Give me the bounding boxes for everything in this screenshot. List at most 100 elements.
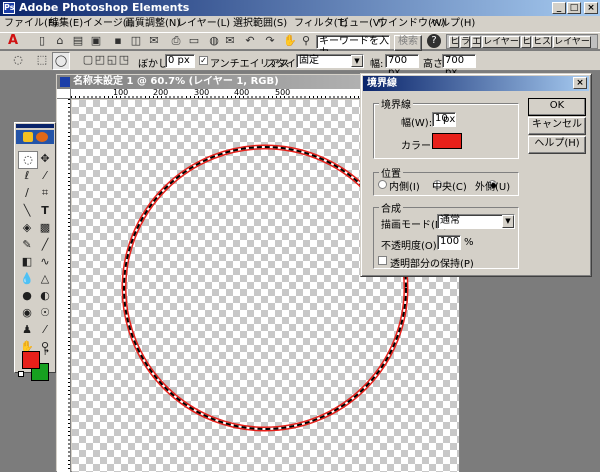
zoom-icon[interactable]: ⚲ [298, 33, 314, 49]
menu-edit[interactable]: 編集(E) [49, 16, 83, 32]
open-file-icon[interactable]: ⌂ [52, 33, 68, 49]
import-icon[interactable]: ▣ [88, 33, 104, 49]
menu-select[interactable]: 選択範囲(S) [233, 16, 287, 32]
save-icon[interactable]: ▪ [110, 33, 126, 49]
opacity-input[interactable]: 100 [437, 235, 461, 250]
color-field-label: カラー: [401, 141, 435, 152]
dialog-close-button[interactable]: × [573, 77, 587, 89]
palette-tab-5[interactable]: ヒ [521, 36, 531, 48]
blend-mode-value: 通常 [440, 215, 460, 226]
palette-tab-6[interactable]: ヒス [532, 36, 552, 48]
rect-marquee-icon[interactable]: ⬚ [34, 52, 50, 68]
app-icon: Ps [3, 2, 15, 14]
cancel-button[interactable]: キャンセル [528, 117, 586, 135]
eraser-tool-icon[interactable]: ◧ [18, 254, 36, 270]
style-select[interactable]: 固定 ▼ [296, 54, 364, 68]
help-search-button[interactable]: 検索 [394, 35, 422, 51]
antialias-checkbox[interactable]: ✓ [199, 56, 208, 65]
dialog-title-bar[interactable]: 境界線 × [363, 76, 589, 91]
browse-icon[interactable]: ▤ [70, 33, 86, 49]
help-search-input[interactable]: キーワードを入力 [316, 35, 390, 59]
eye-logo-icon [36, 132, 48, 142]
burn-tool-icon[interactable]: ☉ [36, 305, 54, 321]
palette-tab-2[interactable]: ラ [460, 36, 470, 48]
dialog-title: 境界線 [367, 78, 397, 89]
chevron-down-icon[interactable]: ▼ [351, 55, 363, 67]
options-bar: ◌ ⬚ ◯ ▢ ◰ ◱ ◳ ぼかし: 0 px ✓ アンチエイリアス スタイル:… [0, 51, 600, 78]
dodge-tool-icon[interactable]: ◐ [36, 288, 54, 304]
location-inside-label: 内側(I) [389, 182, 420, 193]
options-tool-icon: ◌ [13, 53, 23, 66]
pencil-tool-icon[interactable]: ✎ [18, 237, 36, 253]
help-button[interactable]: ヘルプ(H) [528, 136, 586, 154]
menu-help[interactable]: ヘルプ(H) [430, 16, 475, 32]
type-tool-icon[interactable]: T [36, 203, 54, 219]
stroke-color-swatch[interactable] [432, 133, 462, 149]
adobe-logo-icon: A [7, 33, 19, 48]
move-tool-icon[interactable]: ✥ [36, 151, 54, 167]
blur-tool-icon[interactable]: 💧 [18, 271, 36, 287]
maximize-button[interactable]: □ [567, 2, 581, 14]
step-backward-icon[interactable]: ↶ [242, 33, 258, 49]
eyedropper-tool-icon[interactable]: ⁄ [36, 322, 54, 338]
default-colors-icon[interactable] [18, 371, 24, 377]
palette-tab-4[interactable]: レイヤー [482, 36, 520, 48]
menu-enhance[interactable]: 画質調整(N) [125, 16, 180, 32]
palette-well: ヒ ラ エ レイヤー ヒ ヒス レイヤー [446, 34, 598, 49]
step-forward-icon[interactable]: ↷ [262, 33, 278, 49]
ellipse-marquee-icon[interactable]: ◯ [52, 52, 70, 70]
toolbox-header[interactable] [16, 124, 54, 128]
width-label: 幅: [370, 59, 384, 70]
swap-colors-icon[interactable]: ↱ [43, 349, 50, 357]
attach-icon[interactable]: ✉ [146, 33, 162, 49]
location-inside-radio[interactable] [378, 179, 387, 189]
menu-layer[interactable]: レイヤー(L) [177, 16, 230, 32]
intersect-selection-icon[interactable]: ◳ [116, 52, 132, 68]
foreground-color-swatch[interactable] [22, 351, 40, 369]
palette-tab-7[interactable]: レイヤー [553, 36, 591, 48]
hand-icon[interactable]: ✋ [282, 33, 298, 49]
paint-bucket-tool-icon[interactable]: ◈ [18, 220, 36, 236]
preserve-transparency-checkbox[interactable] [378, 256, 387, 265]
brush-tool-icon[interactable]: ╲ [18, 203, 36, 219]
magic-wand-tool-icon[interactable]: ⁄ [36, 168, 54, 184]
clone-stamp-tool-icon[interactable]: ♟ [18, 322, 36, 338]
blend-mode-select[interactable]: 通常 ▼ [437, 214, 515, 229]
width-input[interactable]: 700 px [385, 54, 419, 78]
palette-tab-1[interactable]: ヒ [449, 36, 459, 48]
sponge-tool-icon[interactable]: ● [18, 288, 36, 304]
ruler-label-400: 400 [234, 88, 250, 97]
feather-input[interactable]: 0 px [165, 54, 195, 68]
lasso-tool-icon[interactable]: ℓ [18, 168, 36, 184]
blend-group-label: 合成 [379, 200, 403, 215]
crop-tool-icon[interactable]: ⌗ [36, 185, 54, 201]
new-file-icon[interactable]: ▯ [34, 33, 50, 49]
chevron-down-icon[interactable]: ▼ [502, 215, 514, 228]
red-eye-tool-icon[interactable]: ◉ [18, 305, 36, 321]
online-services-icon[interactable]: ◍ [206, 33, 222, 49]
gradient-tool-icon[interactable]: ▩ [36, 220, 54, 236]
menu-view[interactable]: ビュー(V) [339, 16, 384, 32]
height-input[interactable]: 700 px [442, 54, 476, 78]
app-title-bar: Ps Adobe Photoshop Elements _ □ × [0, 0, 600, 16]
location-outside-label: 外側(U) [475, 182, 511, 193]
minimize-button[interactable]: _ [552, 2, 566, 14]
palette-tab-3[interactable]: エ [471, 36, 481, 48]
print-icon[interactable]: ▭ [186, 33, 202, 49]
help-icon[interactable]: ? [427, 34, 441, 48]
smudge-tool-icon[interactable]: ∿ [36, 254, 54, 270]
save-web-icon[interactable]: ◫ [128, 33, 144, 49]
sharpen-tool-icon[interactable]: △ [36, 271, 54, 287]
toolbox-logo-icon[interactable] [16, 130, 54, 144]
toolbox: ◌ ✥ ℓ ⁄ ∕ ⌗ ╲ T ◈ ▩ ✎ ╱ ◧ ∿ 💧 △ ● ◐ ◉ ☉ … [14, 122, 56, 381]
close-button[interactable]: × [584, 2, 598, 14]
email-icon[interactable]: ✉ [222, 33, 238, 49]
stroke-dialog: 境界線 × 境界線 幅(W): 10 px カラー: 位置 内側(I) 中央(C… [360, 73, 592, 277]
print-preview-icon[interactable]: ⎙ [168, 33, 184, 49]
vertical-ruler[interactable] [57, 99, 71, 472]
paintbrush-tool-icon[interactable]: ╱ [36, 237, 54, 253]
ellipse-marquee-tool-icon[interactable]: ◌ [18, 151, 38, 169]
ok-button[interactable]: OK [528, 98, 586, 116]
style-select-value: 固定 [299, 55, 319, 66]
selection-brush-tool-icon[interactable]: ∕ [18, 185, 36, 201]
